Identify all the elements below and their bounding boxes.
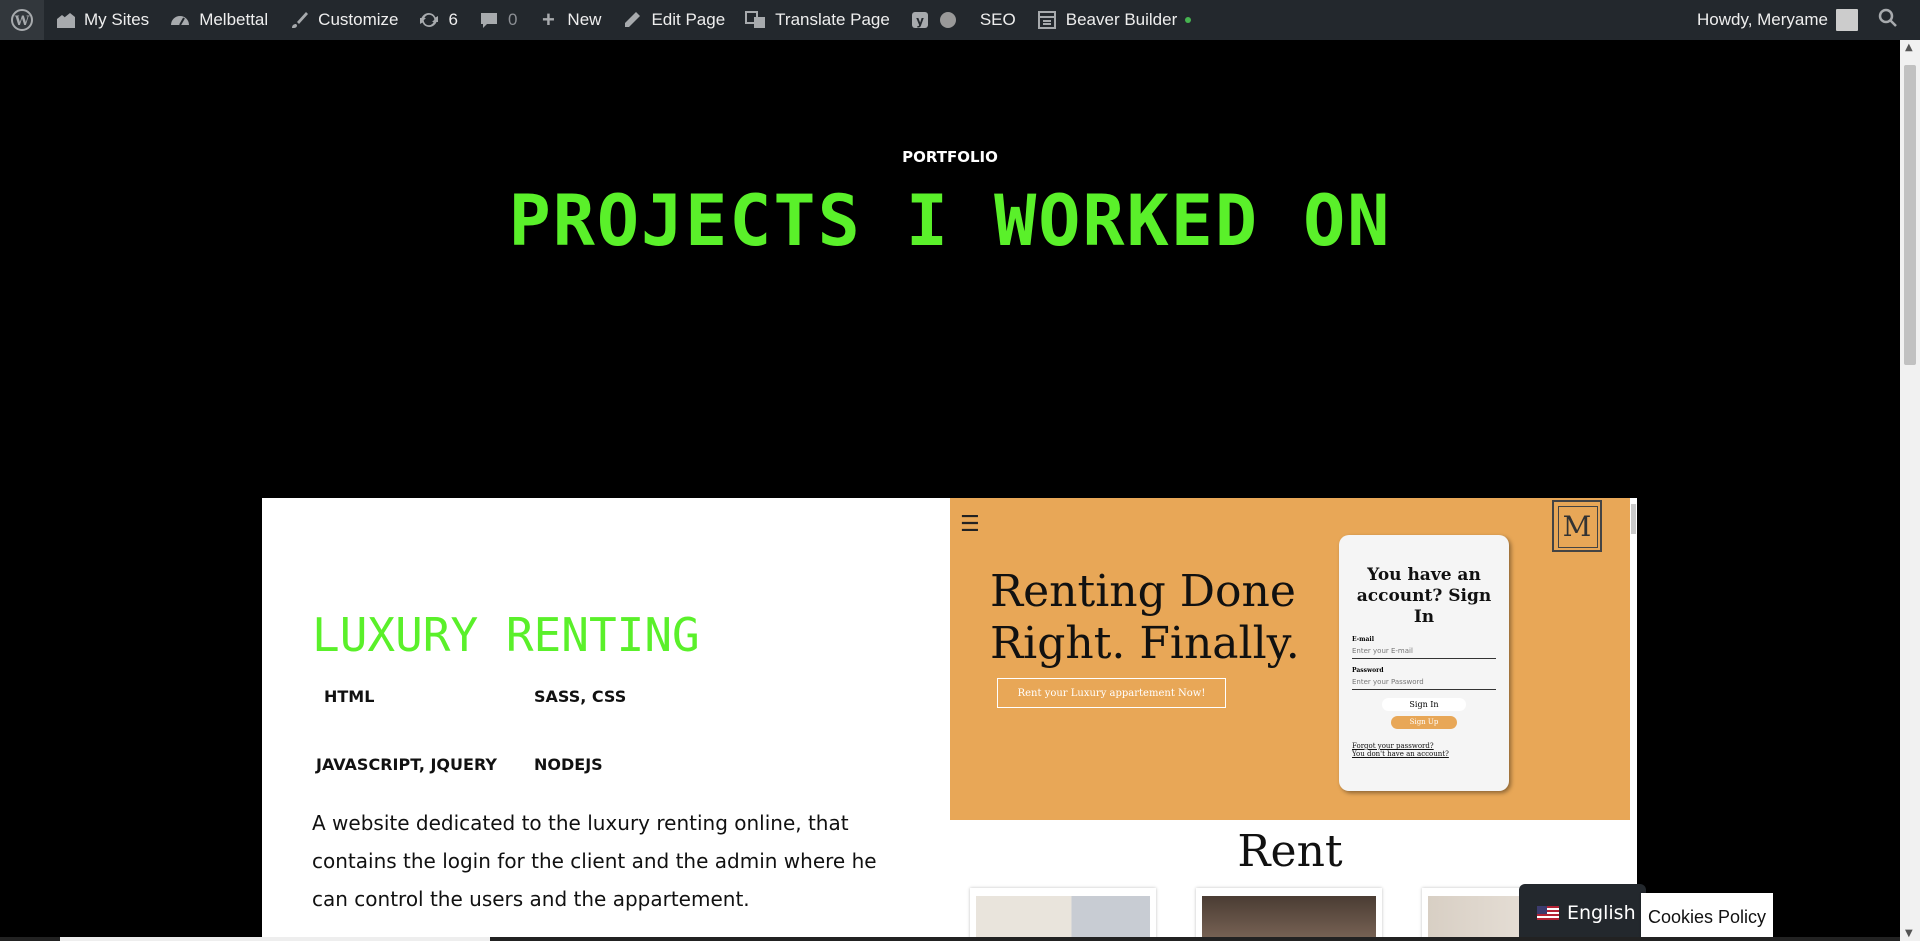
avatar — [1836, 9, 1858, 31]
beaver-builder-link[interactable]: Beaver Builder — [1026, 0, 1202, 40]
project-description: A website dedicated to the luxury rentin… — [312, 811, 877, 911]
bottom-strip — [0, 937, 1900, 941]
seo-status-icon — [939, 12, 956, 28]
my-account-menu[interactable]: Howdy, Meryame — [1687, 0, 1868, 40]
scroll-down-arrow-icon[interactable]: ▼ — [1905, 928, 1913, 939]
wordpress-logo-icon[interactable]: W — [0, 0, 44, 40]
yoast-seo-menu[interactable]: y SEO — [900, 0, 1026, 40]
brush-icon — [288, 9, 310, 31]
project-card: LUXURY RENTING HTML SASS, CSS JAVASCRIPT… — [262, 498, 1637, 941]
seo-label: SEO — [979, 10, 1016, 29]
svg-text:W: W — [14, 14, 30, 29]
preview-logo: M — [1552, 500, 1602, 552]
page-title: PROJECTS I WORKED ON — [508, 180, 1392, 262]
translate-page-label: Translate Page — [775, 10, 890, 29]
portfolio-hero: PORTFOLIO PROJECTS I WORKED ON — [0, 40, 1900, 498]
customize-label: Customize — [318, 10, 399, 29]
project-preview[interactable]: ☰ M Renting Done Right. Finally. Rent yo… — [950, 498, 1637, 941]
plus-icon: + — [541, 7, 555, 32]
comments-link[interactable]: 0 — [468, 0, 527, 40]
preview-headline: Renting Done Right. Finally. — [990, 566, 1300, 669]
beaver-builder-label: Beaver Builder — [1065, 10, 1178, 29]
hamburger-menu-icon: ☰ — [960, 512, 980, 537]
search-icon — [1878, 8, 1898, 33]
wp-admin-bar: W My Sites Melbettal Customize 6 0 + New… — [0, 0, 1920, 40]
scrollbar-thumb[interactable] — [1904, 65, 1916, 365]
no-account-link: You don't have an account? — [1352, 750, 1449, 758]
new-content-menu[interactable]: + New — [527, 0, 611, 40]
apartment-thumbnail — [970, 888, 1156, 941]
language-switcher[interactable]: English — [1519, 884, 1646, 941]
sign-up-button: Sign Up — [1391, 716, 1457, 729]
customize-link[interactable]: Customize — [278, 0, 408, 40]
login-title: You have an account? Sign In — [1356, 565, 1492, 627]
my-sites-icon — [54, 9, 76, 31]
builder-icon — [1036, 9, 1058, 31]
comments-count: 0 — [507, 10, 518, 29]
preview-scrollbar[interactable] — [1630, 498, 1637, 820]
refresh-icon — [418, 9, 440, 31]
forgot-password-link: Forgot your password? — [1352, 742, 1434, 750]
svg-text:y: y — [916, 14, 924, 28]
project-title: LUXURY RENTING — [312, 608, 700, 662]
section-kicker: PORTFOLIO — [902, 148, 998, 166]
site-name-menu[interactable]: Melbettal — [159, 0, 278, 40]
my-sites-label: My Sites — [84, 10, 150, 29]
password-field: Enter your Password — [1352, 674, 1496, 690]
new-label: New — [567, 10, 602, 29]
dashboard-icon — [169, 9, 191, 31]
us-flag-icon — [1537, 905, 1559, 920]
updates-link[interactable]: 6 — [408, 0, 467, 40]
sign-in-button: Sign In — [1382, 698, 1466, 711]
preview-hero: ☰ M Renting Done Right. Finally. Rent yo… — [950, 498, 1630, 820]
language-label: English — [1567, 901, 1636, 924]
apartment-thumbnail — [1196, 888, 1382, 941]
translate-icon — [745, 9, 767, 31]
translate-page-link[interactable]: Translate Page — [735, 0, 900, 40]
preview-section-title: Rent — [1237, 826, 1343, 877]
preview-cta-button: Rent your Luxury appartement Now! — [997, 678, 1226, 708]
updates-count: 6 — [448, 10, 458, 29]
email-field: Enter your E-mail — [1352, 643, 1496, 659]
pencil-icon — [621, 9, 643, 31]
builder-status-dot — [1185, 17, 1192, 23]
search-button[interactable] — [1868, 0, 1920, 40]
edit-page-link[interactable]: Edit Page — [611, 0, 735, 40]
cookies-policy-button[interactable]: Cookies Policy — [1641, 893, 1773, 941]
tech-tag: JAVASCRIPT, JQUERY — [316, 755, 497, 774]
tech-tag: SASS, CSS — [534, 687, 627, 706]
tech-tag: NODEJS — [534, 755, 603, 774]
comment-icon — [478, 9, 500, 31]
password-label: Password — [1352, 667, 1384, 674]
my-sites-menu[interactable]: My Sites — [44, 0, 159, 40]
scroll-up-arrow-icon[interactable]: ▲ — [1905, 42, 1913, 53]
howdy-label: Howdy, Meryame — [1697, 10, 1828, 29]
tech-tag: HTML — [324, 687, 375, 706]
email-label: E-mail — [1352, 636, 1374, 643]
preview-login-card: You have an account? Sign In E-mail Ente… — [1339, 535, 1509, 791]
edit-page-label: Edit Page — [651, 10, 726, 29]
site-name-label: Melbettal — [199, 10, 269, 29]
yoast-icon: y — [910, 9, 932, 31]
page-scrollbar[interactable]: ▲ ▼ — [1900, 40, 1920, 941]
